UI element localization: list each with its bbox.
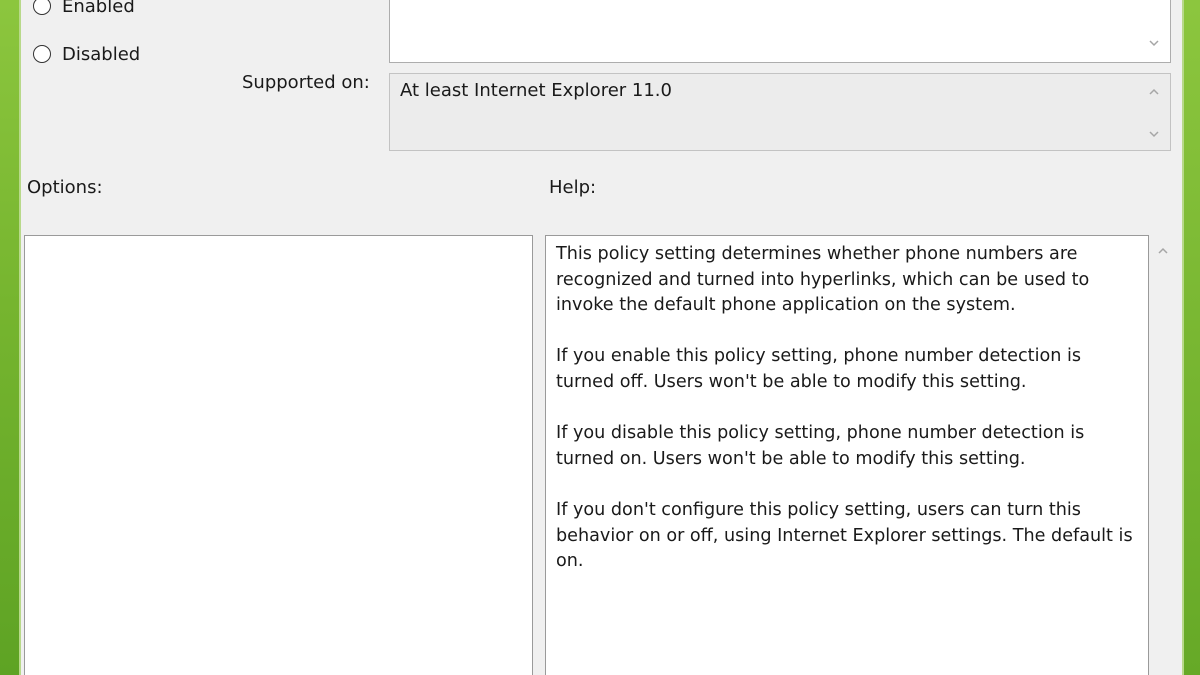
policy-setting-dialog: Enabled Disabled Supported on: At least … bbox=[21, 0, 1182, 675]
help-label: Help: bbox=[549, 177, 597, 198]
chevron-down-icon[interactable] bbox=[1148, 128, 1160, 140]
enabled-radio-label[interactable]: Enabled bbox=[62, 0, 135, 17]
help-paragraph: This policy setting determines whether p… bbox=[556, 244, 1090, 316]
chevron-up-icon[interactable] bbox=[1148, 86, 1160, 98]
options-panel bbox=[24, 235, 533, 675]
options-label: Options: bbox=[27, 177, 103, 198]
disabled-radio-option[interactable]: Disabled bbox=[33, 42, 140, 66]
window-border-right bbox=[1182, 0, 1184, 675]
comment-textarea[interactable] bbox=[389, 0, 1171, 63]
disabled-radio-button[interactable] bbox=[33, 45, 51, 63]
enabled-radio-option[interactable]: Enabled bbox=[33, 0, 135, 18]
chevron-down-icon[interactable] bbox=[1148, 37, 1160, 49]
desktop-background-right bbox=[1184, 0, 1200, 675]
supported-on-value: At least Internet Explorer 11.0 bbox=[400, 80, 672, 101]
help-paragraph: If you disable this policy setting, phon… bbox=[556, 423, 1085, 469]
help-text: This policy setting determines whether p… bbox=[556, 242, 1141, 600]
help-panel: This policy setting determines whether p… bbox=[545, 235, 1149, 675]
help-paragraph: If you enable this policy setting, phone… bbox=[556, 346, 1082, 392]
supported-on-label: Supported on: bbox=[242, 72, 370, 93]
desktop-background-left bbox=[0, 0, 19, 675]
disabled-radio-label[interactable]: Disabled bbox=[62, 44, 140, 65]
enabled-radio-button[interactable] bbox=[33, 0, 51, 15]
supported-on-field: At least Internet Explorer 11.0 bbox=[389, 73, 1171, 151]
help-paragraph: If you don't configure this policy setti… bbox=[556, 499, 1133, 572]
chevron-up-icon[interactable] bbox=[1157, 245, 1169, 257]
help-scrollbar[interactable] bbox=[1149, 235, 1177, 675]
